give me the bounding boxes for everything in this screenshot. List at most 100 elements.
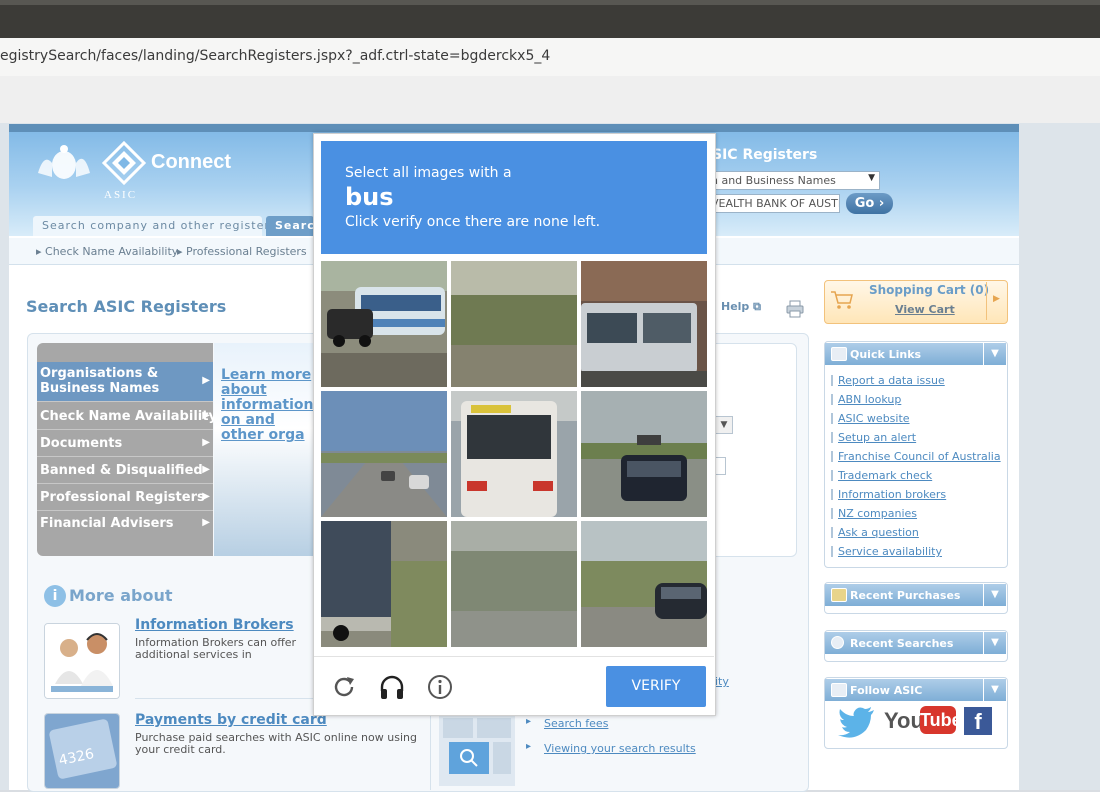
form-input-edge[interactable] bbox=[715, 457, 726, 475]
captcha-tile-7[interactable] bbox=[321, 521, 447, 647]
quick-link-report[interactable]: Report a data issue bbox=[838, 374, 945, 387]
address-bar[interactable]: egistrySearch/faces/landing/SearchRegist… bbox=[0, 38, 1100, 77]
reload-icon[interactable] bbox=[330, 673, 358, 701]
captcha-verify-instruction: Click verify once there are none left. bbox=[345, 214, 601, 230]
help-link[interactable]: Help ⧉ bbox=[721, 300, 761, 314]
menu-professional-label: Professional Registers bbox=[40, 490, 205, 505]
credit-card-image: 4326 bbox=[44, 713, 120, 789]
bullet bbox=[831, 413, 833, 424]
quick-link-abn[interactable]: ABN lookup bbox=[838, 393, 901, 406]
menu-documents[interactable]: Documents ▶ bbox=[37, 430, 213, 457]
menu-organisations[interactable]: Organisations & Business Names ▶ bbox=[37, 362, 213, 402]
chevron-right-icon: ▶ bbox=[202, 375, 210, 386]
chevron-down-icon[interactable]: ▼ bbox=[983, 679, 1006, 701]
information-brokers-link[interactable]: Information Brokers bbox=[135, 617, 294, 633]
info-icon[interactable] bbox=[426, 673, 454, 701]
view-cart-link[interactable]: View Cart bbox=[895, 303, 955, 316]
menu-banned-label: Banned & Disqualified bbox=[40, 463, 203, 478]
twitter-icon[interactable] bbox=[838, 706, 876, 738]
quick-link-alert[interactable]: Setup an alert bbox=[838, 431, 916, 444]
youtube-tube: Tube bbox=[920, 706, 962, 734]
information-brokers-image bbox=[44, 623, 120, 699]
quick-links-title: Quick Links bbox=[850, 348, 922, 361]
quick-links-icon bbox=[831, 347, 847, 361]
captcha-target-word: bus bbox=[345, 183, 394, 211]
chevron-down-icon[interactable]: ▼ bbox=[983, 632, 1006, 654]
coins-icon bbox=[831, 588, 847, 602]
viewing-results-link[interactable]: Viewing your search results bbox=[544, 742, 696, 755]
people-icon bbox=[831, 683, 847, 697]
bullet bbox=[831, 394, 833, 405]
search-fees-link[interactable]: Search fees bbox=[544, 717, 608, 730]
captcha-tile-2[interactable] bbox=[451, 261, 577, 387]
chevron-right-icon[interactable]: ▶ bbox=[993, 294, 1000, 304]
cart-icon bbox=[831, 291, 853, 309]
tab-search-registers-label: Search company and other registers bbox=[42, 219, 277, 232]
chevron-down-icon[interactable]: ▼ bbox=[983, 343, 1006, 365]
menu-professional[interactable]: Professional Registers ▶ bbox=[37, 484, 213, 511]
bullet bbox=[831, 375, 833, 386]
subnav-professional-registers[interactable]: ▸ Professional Registers bbox=[177, 245, 307, 258]
captcha-tile-1[interactable] bbox=[321, 261, 447, 387]
bullet bbox=[831, 489, 833, 500]
subnav-check-name-label: Check Name Availability bbox=[45, 245, 179, 258]
quick-link-asic-website[interactable]: ASIC website bbox=[838, 412, 910, 425]
audio-icon[interactable] bbox=[378, 673, 406, 701]
follow-asic-header: Follow ASIC bbox=[825, 679, 983, 701]
captcha-tile-4[interactable] bbox=[321, 391, 447, 517]
subnav-professional-registers-label: Professional Registers bbox=[186, 245, 307, 258]
quick-link-service[interactable]: Service availability bbox=[838, 545, 942, 558]
quick-link-trademark[interactable]: Trademark check bbox=[838, 469, 932, 482]
captcha-tile-8[interactable] bbox=[451, 521, 577, 647]
captcha-tile-5[interactable] bbox=[451, 391, 577, 517]
register-search-input[interactable]: VEALTH BANK OF AUSTI bbox=[706, 194, 840, 213]
chevron-right-icon: ▶ bbox=[202, 491, 210, 502]
quick-link-info-brokers[interactable]: Information brokers bbox=[838, 488, 946, 501]
recent-purchases-header[interactable]: Recent Purchases bbox=[825, 584, 983, 606]
facebook-icon[interactable]: f bbox=[964, 707, 992, 735]
print-icon[interactable] bbox=[786, 300, 804, 318]
register-search-value: VEALTH BANK OF AUSTI bbox=[711, 197, 840, 210]
browser-toolbar bbox=[0, 76, 1100, 124]
quick-link-franchise[interactable]: Franchise Council of Australia bbox=[838, 450, 1001, 463]
asic-label: ASIC bbox=[104, 189, 138, 201]
captcha-tile-3[interactable] bbox=[581, 261, 707, 387]
more-about-heading: More about bbox=[69, 586, 173, 605]
captcha-tile-6[interactable] bbox=[581, 391, 707, 517]
info-icon: i bbox=[44, 585, 66, 607]
learn-more-link[interactable]: Learn more about information on and othe… bbox=[221, 368, 314, 443]
partial-link[interactable]: ity bbox=[715, 675, 729, 688]
quick-link-ask[interactable]: Ask a question bbox=[838, 526, 919, 539]
tab-search-registers[interactable]: Search company and other registers bbox=[33, 216, 276, 236]
search-form-panel bbox=[712, 343, 797, 557]
go-button[interactable]: Go › bbox=[846, 193, 893, 214]
captcha-instruction: Select all images with a bbox=[345, 165, 512, 181]
register-type-select[interactable]: n and Business Names ▼ bbox=[706, 171, 880, 190]
header-stripe bbox=[9, 124, 1019, 132]
verify-button[interactable]: VERIFY bbox=[606, 666, 706, 707]
recent-purchases-title: Recent Purchases bbox=[850, 589, 961, 602]
menu-banned[interactable]: Banned & Disqualified ▶ bbox=[37, 457, 213, 484]
recent-searches-title: Recent Searches bbox=[850, 637, 954, 650]
chevron-right-icon: ▶ bbox=[202, 464, 210, 475]
menu-financial-advisers-label: Financial Advisers bbox=[40, 516, 174, 531]
bullet bbox=[831, 432, 833, 443]
tab-search[interactable]: Search bbox=[266, 216, 323, 236]
recent-searches-header[interactable]: Recent Searches bbox=[825, 632, 983, 654]
registers-title: SIC Registers bbox=[712, 147, 818, 163]
chevron-right-icon: ▶ bbox=[202, 437, 210, 448]
bullet bbox=[831, 546, 833, 557]
browser-titlebar bbox=[0, 0, 1100, 38]
url-text[interactable]: egistrySearch/faces/landing/SearchRegist… bbox=[0, 48, 550, 64]
bullet bbox=[831, 527, 833, 538]
help-label: Help bbox=[721, 300, 750, 313]
payments-credit-card-link[interactable]: Payments by credit card bbox=[135, 712, 327, 728]
captcha-divider bbox=[314, 656, 714, 657]
menu-check-name[interactable]: Check Name Availability ▶ bbox=[37, 403, 217, 430]
chevron-down-icon[interactable]: ▼ bbox=[715, 416, 733, 434]
chevron-down-icon[interactable]: ▼ bbox=[983, 584, 1006, 606]
quick-link-nz[interactable]: NZ companies bbox=[838, 507, 917, 520]
menu-financial-advisers[interactable]: Financial Advisers ▶ bbox=[37, 511, 213, 538]
subnav-check-name[interactable]: ▸ Check Name Availability bbox=[36, 245, 178, 258]
captcha-tile-9[interactable] bbox=[581, 521, 707, 647]
